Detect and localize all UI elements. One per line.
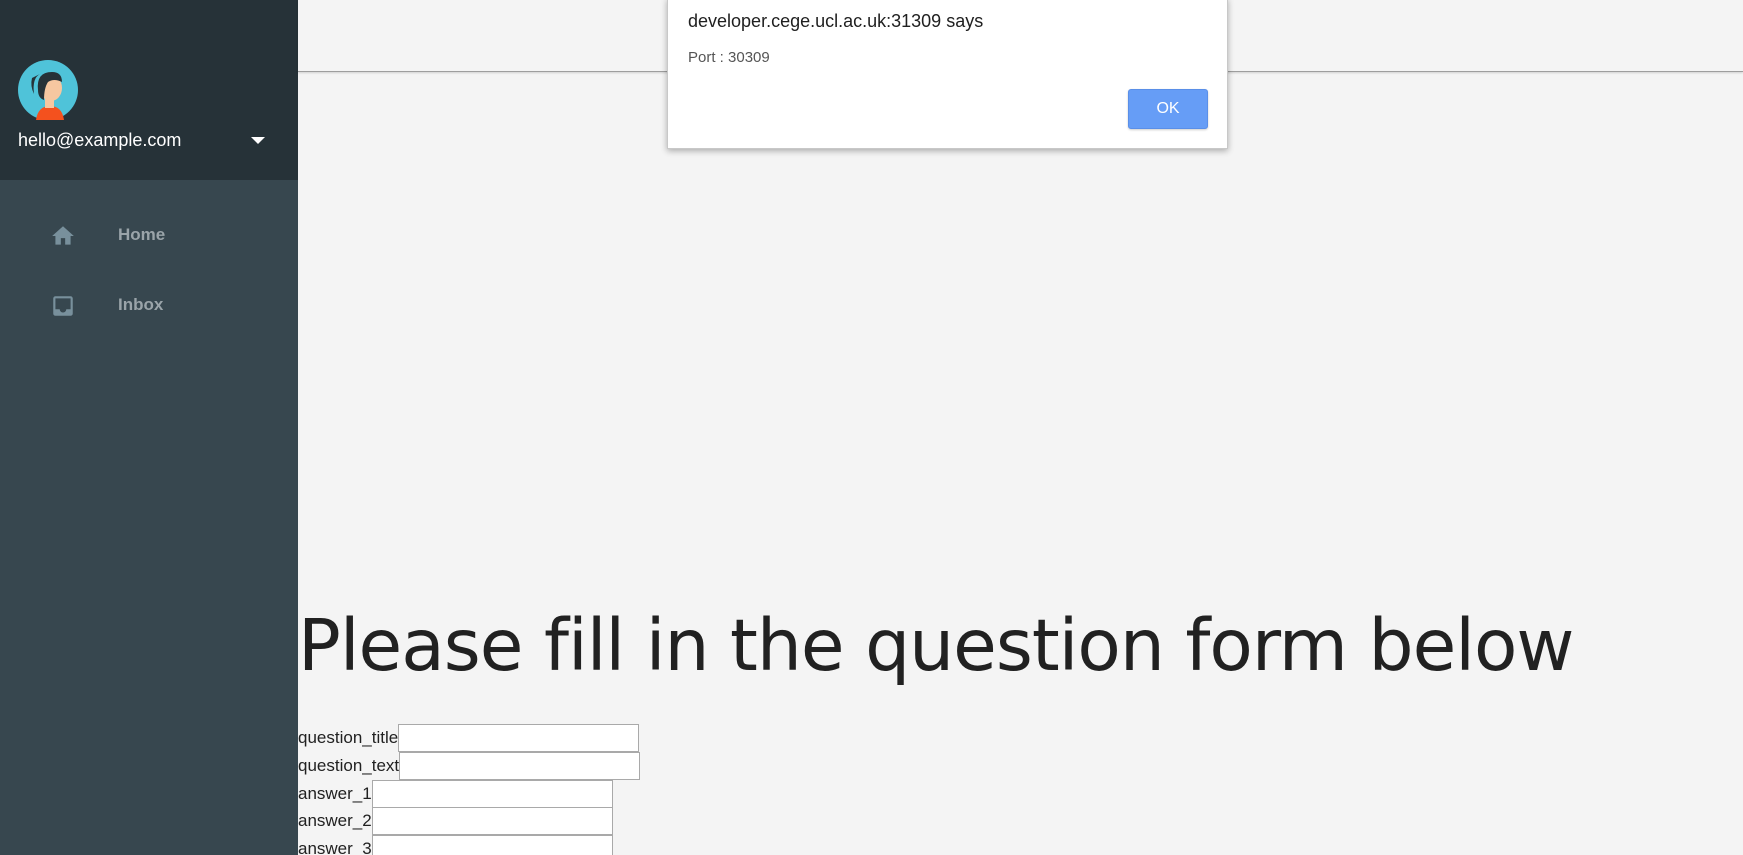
user-email: hello@example.com: [18, 130, 182, 150]
form-row-question-title: question_title: [298, 724, 640, 752]
answer-3-input[interactable]: [371, 835, 613, 855]
sidebar-nav: Home Inbox: [0, 200, 298, 340]
sidebar-item-inbox[interactable]: Inbox: [0, 270, 298, 340]
inbox-icon: [53, 296, 73, 316]
form-row-answer-3: answer_3: [298, 835, 613, 855]
sidebar-item-label: Inbox: [118, 295, 164, 314]
answer-2-input[interactable]: [371, 807, 613, 835]
ok-button[interactable]: OK: [1128, 89, 1208, 129]
answer-2-label: answer_2: [298, 811, 372, 830]
question-text-label: question_text: [298, 756, 400, 775]
question-title-label: question_title: [298, 728, 399, 747]
answer-1-label: answer_1: [298, 784, 372, 803]
form-row-answer-1: answer_1: [298, 780, 613, 808]
home-icon: [52, 226, 74, 245]
answer-1-input[interactable]: [371, 780, 613, 808]
sidebar-item-label: Home: [118, 225, 166, 244]
form-row-question-text: question_text: [298, 752, 641, 780]
alert-dialog: developer.cege.ucl.ac.uk:31309 says Port…: [667, 0, 1228, 149]
app-window: hello@example.com Home Inbox Please fill…: [0, 0, 1743, 855]
form-row-answer-2: answer_2: [298, 807, 613, 835]
avatar: [18, 60, 78, 120]
answer-3-label: answer_3: [298, 839, 372, 855]
dialog-title: developer.cege.ucl.ac.uk:31309 says: [688, 11, 984, 31]
sidebar-item-home[interactable]: Home: [0, 200, 298, 270]
question-title-input[interactable]: [398, 724, 640, 752]
dialog-message: Port : 30309: [688, 49, 770, 66]
page-title: Please fill in the question form below: [298, 604, 1574, 687]
sidebar: hello@example.com Home Inbox: [0, 0, 298, 855]
sidebar-header: hello@example.com: [0, 0, 298, 180]
question-text-input[interactable]: [399, 752, 641, 780]
chevron-down-icon[interactable]: [250, 136, 266, 146]
